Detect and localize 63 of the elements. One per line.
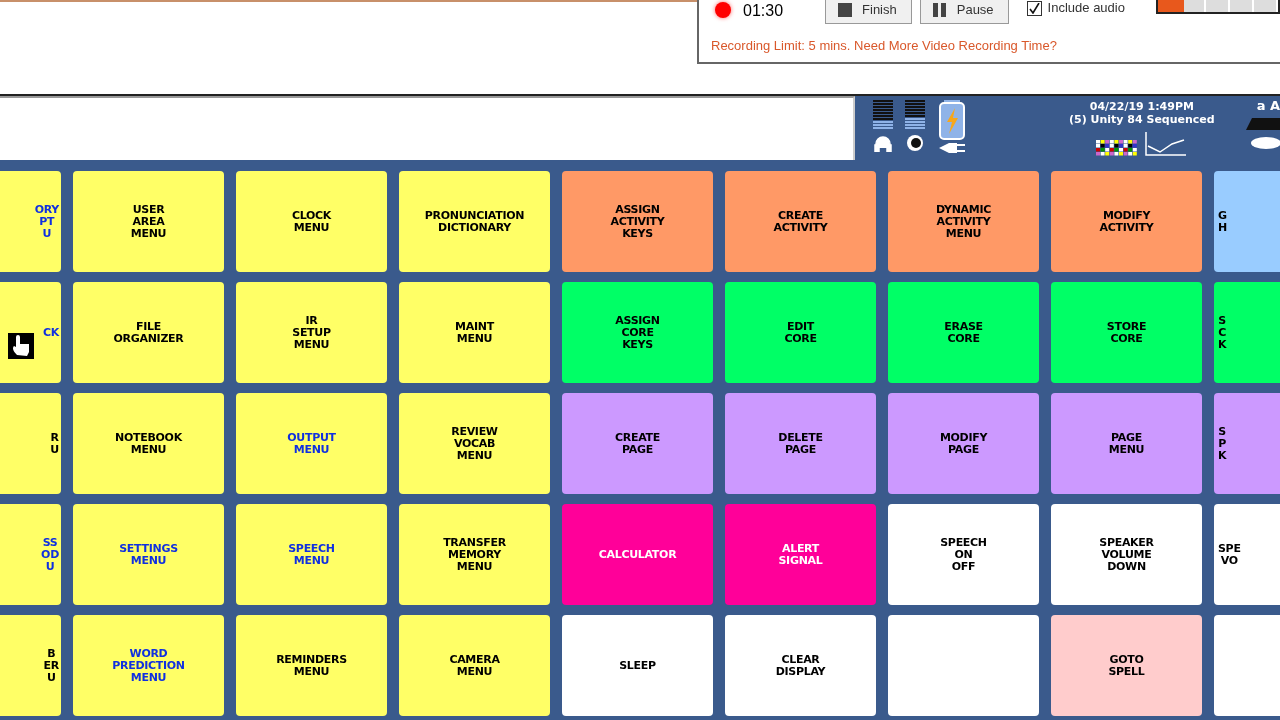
vocabulary-key[interactable]: ASSIGN ACTIVITY KEYS bbox=[562, 171, 713, 272]
vocabulary-key[interactable]: CLEAR DISPLAY bbox=[725, 615, 876, 716]
vocabulary-key[interactable]: CREATE PAGE bbox=[562, 393, 713, 494]
speaker-icon bbox=[905, 134, 925, 152]
vocabulary-key[interactable]: G H bbox=[1214, 171, 1280, 272]
vocabulary-key[interactable]: PRONUNCIATION DICTIONARY bbox=[399, 171, 550, 272]
vocabulary-key[interactable]: GOTO SPELL bbox=[1051, 615, 1202, 716]
font-size-label: a A bbox=[1256, 98, 1280, 113]
vocabulary-key[interactable]: OUTPUT MENU bbox=[236, 393, 387, 494]
vocabulary-key[interactable]: STORE CORE bbox=[1051, 282, 1202, 383]
pause-icon bbox=[932, 2, 947, 17]
vocabulary-key[interactable]: DELETE PAGE bbox=[725, 393, 876, 494]
vocabulary-key[interactable]: MODIFY ACTIVITY bbox=[1051, 171, 1202, 272]
hand-cursor-icon bbox=[8, 333, 34, 359]
vocabulary-key[interactable]: IR SETUP MENU bbox=[236, 282, 387, 383]
stop-icon bbox=[838, 2, 853, 17]
vocabulary-key[interactable]: PAGE MENU bbox=[1051, 393, 1202, 494]
date-time: 04/22/19 1:49PM bbox=[1089, 100, 1194, 113]
finish-button[interactable]: Finish bbox=[825, 0, 912, 24]
vocabulary-key[interactable]: SPE VO bbox=[1214, 504, 1280, 605]
vocabulary-key[interactable]: REVIEW VOCAB MENU bbox=[399, 393, 550, 494]
vocabulary-key[interactable]: SPEAKER VOLUME DOWN bbox=[1051, 504, 1202, 605]
vocabulary-key[interactable]: B ER U bbox=[0, 615, 61, 716]
headphones-icon bbox=[873, 134, 893, 152]
vocabulary-key[interactable]: S C K bbox=[1214, 282, 1280, 383]
vocabulary-key[interactable]: CAMERA MENU bbox=[399, 615, 550, 716]
vocabulary-key[interactable]: USER AREA MENU bbox=[73, 171, 224, 272]
vocabulary-key[interactable]: ORY PT U bbox=[0, 171, 61, 272]
vocabulary-key[interactable]: SS OD U bbox=[0, 504, 61, 605]
vocabulary-key[interactable]: ASSIGN CORE KEYS bbox=[562, 282, 713, 383]
vocabulary-key[interactable]: WORD PREDICTION MENU bbox=[73, 615, 224, 716]
include-audio-checkbox[interactable] bbox=[1026, 1, 1042, 16]
vocabulary-key[interactable]: SETTINGS MENU bbox=[73, 504, 224, 605]
vocabulary-name: (5) Unity 84 Sequenced bbox=[1069, 113, 1215, 126]
vocabulary-key[interactable]: SPEECH MENU bbox=[236, 504, 387, 605]
message-window[interactable] bbox=[0, 96, 855, 160]
vocabulary-key[interactable]: ERASE CORE bbox=[888, 282, 1039, 383]
color-grid-icon bbox=[1095, 140, 1138, 156]
vocabulary-key[interactable]: REMINDERS MENU bbox=[236, 615, 387, 716]
vocabulary-key[interactable]: NOTEBOOK MENU bbox=[73, 393, 224, 494]
plug-icon bbox=[937, 142, 967, 154]
vocabulary-key[interactable]: MODIFY PAGE bbox=[888, 393, 1039, 494]
line-chart-icon bbox=[1143, 132, 1188, 156]
vocabulary-key[interactable]: ALERT SIGNAL bbox=[725, 504, 876, 605]
vocabulary-key[interactable]: DYNAMIC ACTIVITY MENU bbox=[888, 171, 1039, 272]
recording-limit-link[interactable]: Recording Limit: 5 mins. Need More Video Recording Time? bbox=[711, 38, 1057, 53]
vocabulary-key[interactable]: MAINT MENU bbox=[399, 282, 550, 383]
volume-bars-icon bbox=[905, 100, 925, 130]
volume-bars-icon bbox=[873, 100, 893, 130]
vocabulary-key[interactable]: EDIT CORE bbox=[725, 282, 876, 383]
vocabulary-key[interactable]: CLOCK MENU bbox=[236, 171, 387, 272]
battery-charging-icon bbox=[939, 100, 965, 140]
vocabulary-key[interactable]: CALCULATOR bbox=[562, 504, 713, 605]
pause-button[interactable]: Pause bbox=[919, 0, 1009, 24]
vocabulary-key[interactable]: R U bbox=[0, 393, 61, 494]
vocabulary-key[interactable]: CREATE ACTIVITY bbox=[725, 171, 876, 272]
vocabulary-key[interactable]: S P K bbox=[1214, 393, 1280, 494]
vocabulary-key[interactable]: TRANSFER MEMORY MENU bbox=[399, 504, 550, 605]
vocabulary-key[interactable]: SPEECH ON OFF bbox=[888, 504, 1039, 605]
vocabulary-key[interactable]: SLEEP bbox=[562, 615, 713, 716]
recording-time: 01:30 bbox=[743, 2, 784, 20]
vocabulary-key[interactable]: FILE ORGANIZER bbox=[73, 282, 224, 383]
include-audio-label: Include audio bbox=[1047, 0, 1125, 15]
